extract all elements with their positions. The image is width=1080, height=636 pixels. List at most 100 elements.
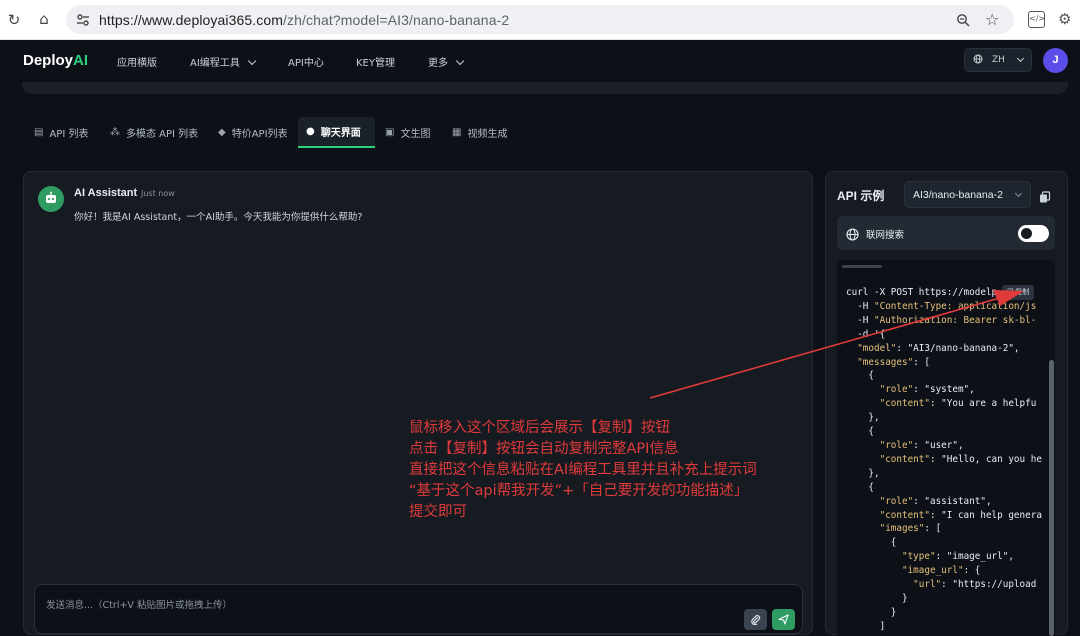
- web-search-toggle-row: 联网搜索: [837, 216, 1055, 250]
- image-icon: ▣: [385, 127, 395, 138]
- bot-avatar: [38, 186, 64, 212]
- code-line: "role": "system",: [879, 384, 975, 396]
- code-line: ]: [846, 620, 886, 632]
- tab-chat[interactable]: ● 聊天界面: [298, 117, 375, 148]
- chevron-down-icon: [455, 56, 465, 66]
- message-input[interactable]: 发送消息...（Ctrl+V 粘贴图片或拖拽上传）: [34, 584, 803, 634]
- copy-button[interactable]: ❐ 复制: [1002, 285, 1035, 300]
- scrollbar[interactable]: [1049, 360, 1054, 636]
- code-line: {: [846, 426, 874, 438]
- tab-discount-api-list[interactable]: ◆ 特价API列表: [210, 117, 296, 148]
- code-line: }: [846, 606, 897, 618]
- nav-label: 应用横版: [117, 58, 157, 69]
- nav-label: API中心: [288, 58, 324, 69]
- bookmark-star-icon[interactable]: ☆: [985, 10, 999, 29]
- globe-icon: [973, 54, 983, 67]
- chat-bubble-icon: ●: [306, 126, 315, 137]
- tab-label: 多模态 API 列表: [126, 129, 199, 140]
- address-bar[interactable]: https://www.deployai365.com/zh/chat?mode…: [66, 5, 1014, 34]
- model-selector[interactable]: AI3/nano-banana-2: [904, 181, 1031, 208]
- send-button[interactable]: [772, 609, 795, 630]
- logo-text: Deploy: [23, 52, 74, 69]
- browser-toolbar: ↻ ⌂ https://www.deployai365.com/zh/chat?…: [0, 0, 1080, 40]
- code-line: -H "Authorization: Bearer sk-bl-: [846, 314, 1037, 326]
- nav-label: 更多: [428, 58, 448, 69]
- globe-icon: [846, 226, 859, 245]
- paperclip-icon: [750, 615, 761, 628]
- nav-item-ai-tools[interactable]: AI编程工具: [190, 54, 257, 69]
- code-line: }: [846, 592, 908, 604]
- web-search-toggle[interactable]: [1018, 225, 1049, 242]
- message-timestamp: Just now: [141, 189, 175, 198]
- site-settings-icon[interactable]: [76, 12, 90, 26]
- tab-text-to-image[interactable]: ▣ 文生图: [377, 117, 438, 148]
- tab-label: API 列表: [49, 129, 89, 140]
- bot-message: 你好！我是AI Assistant，一个AI助手。今天我能为你提供什么帮助?: [74, 212, 363, 223]
- code-line: "model": "AI3/nano-banana-2",: [857, 342, 1020, 354]
- url-path: /zh/chat?model=AI3/nano-banana-2: [283, 11, 510, 28]
- code-line: "messages": [: [857, 356, 930, 368]
- nav-item-apps[interactable]: 应用横版: [117, 54, 157, 69]
- tab-video-generation[interactable]: ▦ 视频生成: [444, 117, 515, 148]
- code-line: -d '{: [846, 328, 886, 340]
- code-line: },: [846, 412, 880, 424]
- shapes-icon: ⁂: [110, 127, 120, 138]
- zoom-icon[interactable]: [956, 12, 970, 31]
- annotation-text: 鼠标移入这个区域后会展示【复制】按钮 点击【复制】按钮会自动复制完整API信息 …: [409, 420, 757, 520]
- code-line: "content": "You are a helpfu: [879, 398, 1037, 410]
- tab-label: 文生图: [400, 129, 431, 140]
- nav-label: AI编程工具: [190, 58, 240, 69]
- devtools-icon[interactable]: </>: [1028, 11, 1045, 28]
- bot-name: AI Assistant: [74, 187, 138, 199]
- chevron-down-icon: [1016, 54, 1025, 63]
- code-line: "role": "user",: [879, 439, 964, 451]
- film-icon: ▦: [452, 127, 462, 138]
- nav-item-api-center[interactable]: API中心: [288, 54, 324, 69]
- url-text: https://www.deployai365.com/zh/chat?mode…: [99, 12, 509, 28]
- code-line: "content": "Hello, can you he: [879, 453, 1042, 465]
- url-host: https://www.deployai365.com: [99, 11, 284, 28]
- code-line: "content": "I can help genera: [879, 509, 1042, 521]
- code-line: "role": "assistant",: [879, 495, 992, 507]
- input-placeholder: 发送消息...（Ctrl+V 粘贴图片或拖拽上传）: [46, 600, 232, 611]
- nav-label: KEY管理: [356, 58, 395, 69]
- chevron-down-icon: [1014, 189, 1023, 198]
- list-icon: ▤: [34, 127, 44, 138]
- tab-label: 聊天界面: [320, 128, 361, 139]
- model-selected-value: AI3/nano-banana-2: [913, 188, 1003, 201]
- tab-api-list[interactable]: ▤ API 列表: [26, 117, 96, 148]
- home-icon[interactable]: ⌂: [36, 11, 52, 27]
- code-line: "type": "image_url",: [901, 551, 1014, 563]
- api-example-panel: API 示例 AI3/nano-banana-2 联网搜索 curl -X PO…: [825, 171, 1068, 636]
- chevron-down-icon: [247, 56, 257, 66]
- code-line: "images": [: [879, 523, 942, 535]
- code-line: },: [846, 467, 880, 479]
- tag-icon: ◆: [218, 127, 226, 138]
- chat-panel: AI Assistant Just now 你好！我是AI Assistant，…: [23, 171, 813, 635]
- tab-multimodal-api-list[interactable]: ⁂ 多模态 API 列表: [102, 117, 206, 148]
- web-search-label: 联网搜索: [866, 230, 905, 241]
- copy-label: 复制: [1015, 288, 1030, 296]
- language-selector[interactable]: ZH: [964, 48, 1032, 72]
- logo[interactable]: DeployAI: [23, 52, 88, 69]
- toggle-knob: [1021, 228, 1032, 239]
- code-line: "url": "https://upload: [913, 579, 1037, 591]
- logo-accent: AI: [73, 52, 89, 69]
- reload-icon[interactable]: ↻: [6, 12, 22, 28]
- code-divider: [842, 265, 882, 268]
- nav-item-more[interactable]: 更多: [428, 54, 465, 69]
- tab-label: 特价API列表: [231, 129, 288, 140]
- user-avatar[interactable]: J: [1043, 48, 1068, 73]
- code-block[interactable]: curl -X POST https://modelp -H "Content-…: [837, 260, 1055, 636]
- top-banner-edge: [22, 82, 1068, 94]
- code-line: {: [846, 481, 874, 493]
- attach-button[interactable]: [744, 609, 767, 630]
- nav-item-key-management[interactable]: KEY管理: [356, 54, 395, 69]
- code-line: {: [846, 537, 897, 549]
- code-text: curl -X POST https://modelp -H "Content-…: [846, 286, 1042, 634]
- copy-icon[interactable]: [1039, 188, 1051, 203]
- code-line: -H "Content-Type: application/js: [846, 300, 1037, 312]
- copy-icon: ❐: [1007, 288, 1014, 296]
- extensions-icon[interactable]: ⚙: [1058, 10, 1071, 28]
- tab-label: 视频生成: [467, 129, 508, 140]
